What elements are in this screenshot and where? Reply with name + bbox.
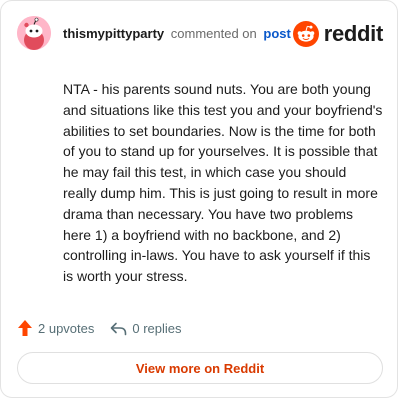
view-more-on-reddit-button[interactable]: View more on Reddit xyxy=(17,352,383,384)
comment-stats: 2 upvotes 0 replies xyxy=(17,316,182,340)
reddit-wordmark: reddit xyxy=(323,21,384,46)
reddit-brand[interactable]: reddit xyxy=(292,21,384,47)
comment-body: NTA - his parents sound nuts. You are bo… xyxy=(63,81,383,285)
replies-count: 0 replies xyxy=(132,320,182,336)
author-name[interactable]: thismypittyparty xyxy=(63,26,164,41)
reddit-logo-icon xyxy=(292,21,319,47)
upvotes-count: 2 upvotes xyxy=(38,320,95,336)
snoo-avatar-icon[interactable] xyxy=(17,16,51,50)
replies-stat[interactable]: 0 replies xyxy=(110,320,182,336)
comment-header: thismypittyparty commented on post reddi… xyxy=(17,16,383,50)
upvote-arrow-icon xyxy=(18,320,32,336)
comment-card: thismypittyparty commented on post reddi… xyxy=(0,0,398,398)
author-line: thismypittyparty commented on post xyxy=(63,26,291,42)
comment-action-text: commented on xyxy=(170,26,257,41)
post-link[interactable]: post xyxy=(263,26,290,41)
reply-arrow-icon xyxy=(111,322,127,335)
upvotes-stat[interactable]: 2 upvotes xyxy=(17,319,94,337)
